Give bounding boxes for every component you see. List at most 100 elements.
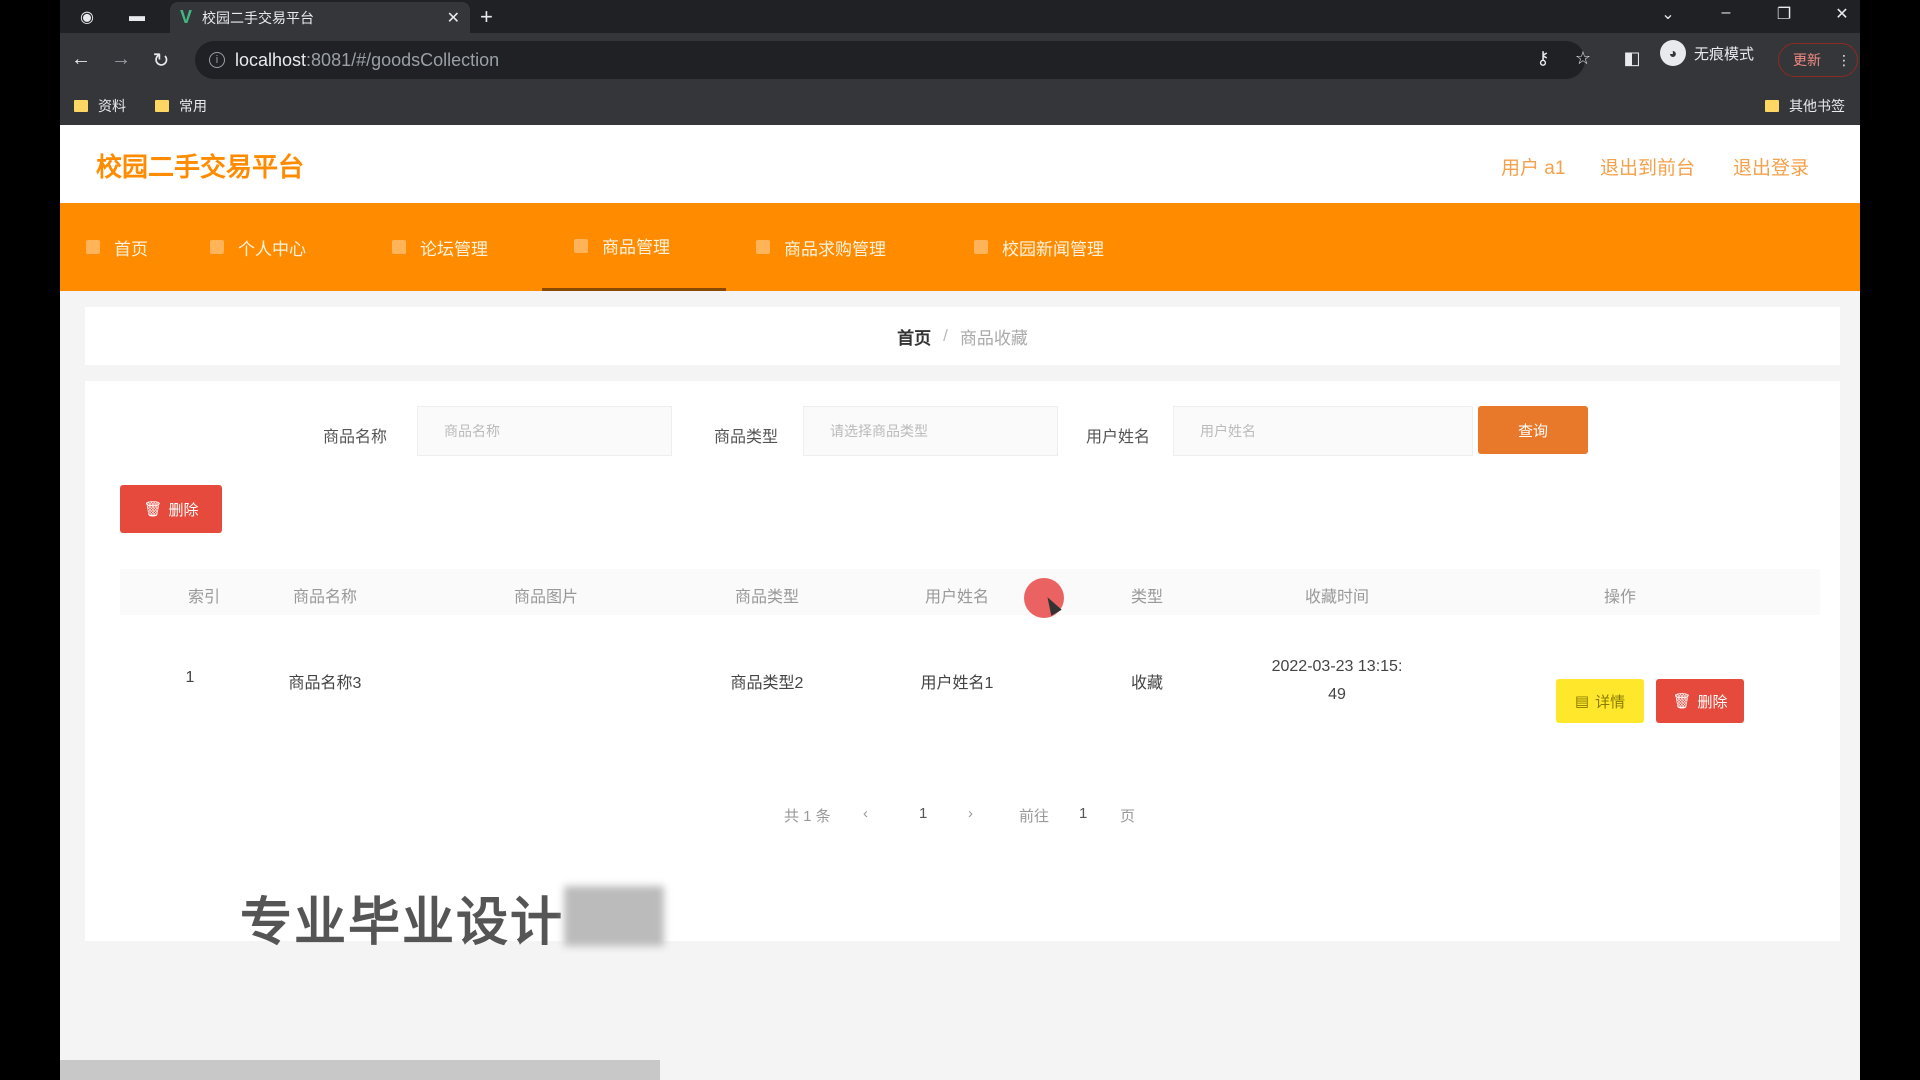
- site-info-icon[interactable]: i: [209, 52, 225, 68]
- browser-chrome: ◉ ▬ V 校园二手交易平台 ✕ + ⌄ – ❐ ✕ ← → ↻ i local…: [60, 0, 1860, 125]
- pager-prev-icon[interactable]: ‹: [863, 805, 868, 822]
- browser-toolbar: ← → ↻ i localhost :8081/#/goodsCollectio…: [60, 33, 1860, 87]
- address-bar[interactable]: i localhost :8081/#/goodsCollection: [195, 41, 1585, 79]
- menu-item-forum[interactable]: 论坛管理: [392, 203, 488, 291]
- top-menu: 首页 个人中心 论坛管理 商品管理 商品求购管理 校园新闻管理: [60, 203, 1860, 291]
- user-name-input[interactable]: 用户姓名: [1173, 406, 1473, 456]
- col-user-name: 用户姓名: [924, 589, 990, 606]
- query-label: 查询: [1517, 422, 1548, 440]
- other-bookmarks[interactable]: 其他书签: [1765, 96, 1845, 116]
- back-icon[interactable]: ←: [68, 48, 94, 71]
- site-header: 校园二手交易平台 用户 a1 退出到前台 退出登录: [60, 125, 1860, 203]
- tab-search-icon[interactable]: ⌄: [1656, 4, 1680, 24]
- menu-item-home[interactable]: 首页: [86, 203, 148, 291]
- goods-icon: [574, 238, 588, 253]
- main-panel: 商品名称 商品名称 商品类型 请选择商品类型 用户姓名 用户姓名 查询 🗑 删除…: [85, 381, 1840, 941]
- bookmark-folder[interactable]: 常用: [155, 96, 207, 116]
- folder-icon: [155, 100, 169, 112]
- time-line-1: 2022-03-23 13:15:: [1271, 658, 1403, 675]
- menu-item-personal-center[interactable]: 个人中心: [210, 203, 306, 291]
- tab-title: 校园二手交易平台: [202, 9, 315, 26]
- bookmark-label: 资料: [98, 98, 126, 114]
- key-icon[interactable]: ⚷: [1531, 48, 1555, 69]
- incognito-indicator[interactable]: ◕ 无痕模式: [1660, 40, 1754, 66]
- pager-next-icon[interactable]: ›: [968, 805, 973, 822]
- time-line-2: 49: [1328, 686, 1346, 703]
- tab-list-icon[interactable]: ▬: [126, 6, 148, 28]
- menu-label: 商品求购管理: [784, 239, 886, 259]
- url-path: :8081/#/goodsCollection: [306, 49, 500, 70]
- query-button[interactable]: 查询: [1478, 406, 1588, 454]
- cell-type: 收藏: [1130, 675, 1164, 692]
- user-icon: [210, 240, 224, 254]
- close-window-icon[interactable]: ✕: [1830, 4, 1854, 24]
- home-icon: [86, 240, 100, 254]
- cell-goods-name: 商品名称3: [288, 675, 362, 692]
- row-delete-button[interactable]: 🗑 删除: [1656, 679, 1744, 723]
- cell-goods-type: 商品类型2: [730, 675, 804, 692]
- goods-type-label: 商品类型: [714, 429, 779, 446]
- minimize-icon[interactable]: –: [1714, 4, 1738, 22]
- update-label: 更新: [1793, 52, 1821, 68]
- table-header: 索引 商品名称 商品图片 商品类型 用户姓名 类型 收藏时间 操作: [120, 569, 1820, 615]
- trash-icon: 🗑: [1672, 693, 1692, 710]
- menu-label: 校园新闻管理: [1002, 239, 1104, 259]
- bookmark-label: 常用: [179, 98, 207, 114]
- bookmark-folder[interactable]: 资料: [74, 96, 126, 116]
- tab-active[interactable]: V 校园二手交易平台 ✕: [170, 2, 470, 33]
- breadcrumb-separator: /: [943, 326, 948, 345]
- menu-item-goods[interactable]: 商品管理: [542, 203, 726, 291]
- pager-page[interactable]: 1: [919, 805, 927, 822]
- goods-type-select[interactable]: 请选择商品类型: [803, 406, 1058, 456]
- update-button[interactable]: 更新 ⋮: [1778, 43, 1858, 77]
- forum-icon: [392, 240, 406, 254]
- star-icon[interactable]: ☆: [1571, 48, 1595, 69]
- other-bookmarks-label: 其他书签: [1789, 98, 1845, 114]
- detail-button[interactable]: ▤ 详情: [1556, 679, 1644, 723]
- menu-label: 论坛管理: [420, 239, 488, 259]
- menu-label: 个人中心: [238, 239, 306, 259]
- detail-label: 详情: [1595, 693, 1626, 711]
- col-type: 类型: [1130, 589, 1164, 606]
- document-icon: ▤: [1574, 693, 1590, 710]
- incognito-label: 无痕模式: [1694, 45, 1755, 63]
- reload-icon[interactable]: ↻: [148, 48, 174, 73]
- forward-icon[interactable]: →: [108, 48, 134, 71]
- side-panel-icon[interactable]: ◧: [1620, 48, 1644, 69]
- incognito-icon: ◕: [1660, 40, 1686, 66]
- menu-label: 首页: [114, 239, 148, 259]
- goods-name-input[interactable]: 商品名称: [417, 406, 672, 456]
- col-index: 索引: [187, 589, 221, 606]
- menu-item-purchase-requests[interactable]: 商品求购管理: [756, 203, 886, 291]
- tab-bar: ◉ ▬ V 校园二手交易平台 ✕ + ⌄ – ❐ ✕: [60, 0, 1860, 33]
- restore-icon[interactable]: ❐: [1772, 4, 1796, 24]
- breadcrumb-home[interactable]: 首页: [897, 324, 931, 349]
- more-icon: ⋮: [1837, 51, 1851, 68]
- breadcrumb: 首页 / 商品收藏: [85, 307, 1840, 365]
- col-goods-name: 商品名称: [292, 589, 358, 606]
- site-logo: 校园二手交易平台: [96, 152, 305, 182]
- col-collect-time: 收藏时间: [1304, 589, 1370, 606]
- cell-user-name: 用户姓名1: [920, 675, 994, 692]
- cell-index: 1: [185, 669, 195, 686]
- watermark-text: 专业毕业设计: [240, 894, 565, 952]
- col-goods-image: 商品图片: [513, 589, 579, 606]
- news-icon: [974, 240, 988, 254]
- logout-link[interactable]: 退出登录: [1733, 153, 1809, 180]
- pager-goto-input[interactable]: 1: [1079, 805, 1087, 822]
- url-host: localhost: [235, 49, 307, 70]
- close-tab-icon[interactable]: ✕: [447, 8, 460, 28]
- delete-label: 删除: [168, 501, 199, 519]
- goods-name-label: 商品名称: [323, 429, 388, 446]
- batch-delete-button[interactable]: 🗑 删除: [120, 485, 222, 533]
- status-bar: [60, 1060, 660, 1080]
- menu-label: 商品管理: [602, 238, 670, 257]
- browser-menu-icon[interactable]: ◉: [76, 6, 98, 28]
- pager-total: 共 1 条: [784, 808, 831, 825]
- menu-item-campus-news[interactable]: 校园新闻管理: [974, 203, 1104, 291]
- new-tab-icon[interactable]: +: [480, 4, 493, 30]
- delete-label: 删除: [1697, 693, 1728, 711]
- bookmarks-bar: 资料 常用 其他书签: [60, 87, 1860, 125]
- back-to-front-link[interactable]: 退出到前台: [1600, 153, 1695, 180]
- user-name-label: 用户姓名: [1086, 429, 1151, 446]
